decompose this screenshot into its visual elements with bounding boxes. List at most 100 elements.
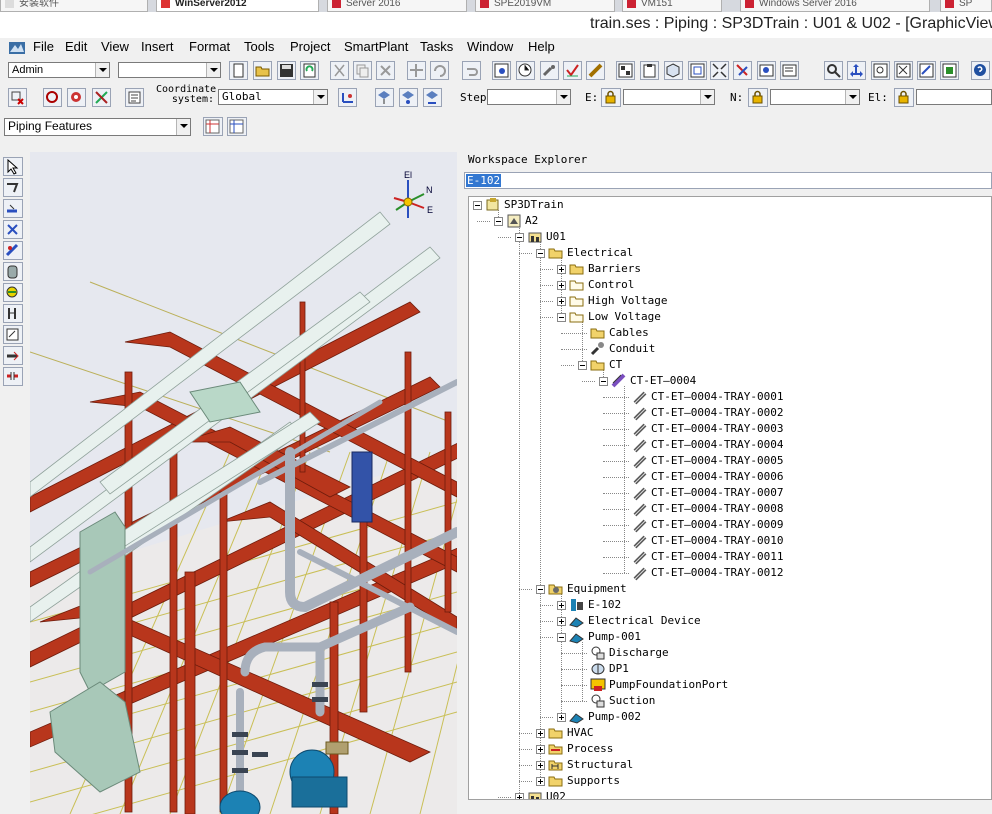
cut-button[interactable] [330,61,349,80]
expand-plus-icon[interactable] [557,265,566,274]
collapse-minus-icon[interactable] [599,377,608,386]
coordinate-tool-button[interactable] [338,88,357,107]
new-button[interactable] [229,61,248,80]
insert-support-button[interactable] [3,304,23,323]
insert-tank-button[interactable] [3,262,23,281]
tools-button[interactable] [540,61,559,80]
menu-insert[interactable]: Insert [141,38,174,58]
clipping-button[interactable] [733,61,752,80]
copy-view-button[interactable] [640,61,659,80]
ruler-button[interactable] [586,61,605,80]
view-style-button[interactable] [780,61,799,80]
insert-specialty-button[interactable] [3,220,23,239]
expand-plus-icon[interactable] [536,761,545,770]
menu-edit[interactable]: Edit [65,38,87,58]
filter-button[interactable] [67,88,86,107]
edit-feature-button[interactable] [3,346,23,365]
pan-button[interactable] [847,61,866,80]
collapse-minus-icon[interactable] [515,233,524,242]
elevation-select[interactable] [916,89,992,105]
collapse-minus-icon[interactable] [557,313,566,322]
app-icon[interactable] [8,39,26,57]
expand-plus-icon[interactable] [557,601,566,610]
feature-option-1-button[interactable] [203,117,223,136]
secondary-select[interactable] [118,62,221,78]
inspect-button[interactable] [43,88,62,107]
pinpoint-button[interactable] [375,88,394,107]
undo-button[interactable] [462,61,481,80]
expand-plus-icon[interactable] [557,297,566,306]
menu-file[interactable]: File [33,38,54,58]
explorer-search-input[interactable]: E-102 [464,172,992,189]
fit-button[interactable] [710,61,729,80]
task-features-select[interactable]: Piping Features [4,118,191,136]
insert-spool-button[interactable] [3,325,23,344]
move-button[interactable] [407,61,426,80]
graphic-view[interactable]: El N E [30,152,457,814]
menu-help[interactable]: Help [528,38,555,58]
collapse-minus-icon[interactable] [536,249,545,258]
northing-lock-button[interactable] [748,88,768,107]
zoom-button[interactable] [871,61,890,80]
zoom-out-button[interactable] [894,61,913,80]
search-button[interactable] [824,61,843,80]
menu-project[interactable]: Project [290,38,330,58]
host-tab-4[interactable]: SPE2019VM [475,0,615,12]
expand-plus-icon[interactable] [536,729,545,738]
pinpoint-relative-button[interactable] [399,88,418,107]
permission-group-select[interactable]: Admin [8,62,110,78]
zoom-area-button[interactable] [688,61,707,80]
expand-plus-icon[interactable] [557,713,566,722]
insert-component-button[interactable] [3,199,23,218]
save-button[interactable] [277,61,296,80]
route-pipe-button[interactable] [3,178,23,197]
pinpoint-target-button[interactable] [423,88,442,107]
select-all-button[interactable] [616,61,635,80]
select-tool-button[interactable] [3,157,23,176]
easting-lock-button[interactable] [601,88,621,107]
easting-select[interactable] [623,89,715,105]
delete-button[interactable] [376,61,395,80]
expand-plus-icon[interactable] [557,617,566,626]
northing-select[interactable] [770,89,860,105]
collapse-minus-icon[interactable] [536,585,545,594]
step-select[interactable] [487,89,571,105]
insert-tap-button[interactable] [3,241,23,260]
host-tab-1[interactable]: 安装软件 [0,0,148,12]
host-tab-7[interactable]: SP [940,0,992,12]
help-button[interactable] [971,61,990,80]
insert-split-button[interactable] [3,283,23,302]
expand-plus-icon[interactable] [515,793,524,799]
menu-window[interactable]: Window [467,38,513,58]
menu-smartplant[interactable]: SmartPlant [344,38,408,58]
rotate-button[interactable] [430,61,449,80]
menu-tasks[interactable]: Tasks [420,38,453,58]
host-tab-6[interactable]: Windows Server 2016 [740,0,930,12]
open-button[interactable] [253,61,272,80]
menu-view[interactable]: View [101,38,129,58]
pane-splitter[interactable] [457,150,464,814]
elevation-lock-button[interactable] [894,88,914,107]
3d-model-scene[interactable] [30,152,457,814]
menu-format[interactable]: Format [189,38,230,58]
expand-plus-icon[interactable] [536,777,545,786]
view-toggle-button[interactable] [757,61,776,80]
properties-button[interactable] [125,88,144,107]
expand-plus-icon[interactable] [557,281,566,290]
collapse-minus-icon[interactable] [473,201,482,210]
coordinate-system-select[interactable]: Global [218,89,328,105]
navigate-button[interactable] [917,61,936,80]
collapse-minus-icon[interactable] [557,633,566,642]
host-tab-5[interactable]: VM151 [622,0,722,12]
common-view-button[interactable] [664,61,683,80]
property-filter-button[interactable] [492,61,511,80]
expand-plus-icon[interactable] [536,745,545,754]
clear-select-button[interactable] [8,88,27,107]
check-button[interactable] [563,61,582,80]
insert-break-button[interactable] [3,367,23,386]
host-tab-2[interactable]: WinServer2012 [156,0,319,12]
measure-button[interactable] [92,88,111,107]
collapse-minus-icon[interactable] [494,217,503,226]
surface-button[interactable] [516,61,535,80]
refresh-button[interactable] [300,61,319,80]
